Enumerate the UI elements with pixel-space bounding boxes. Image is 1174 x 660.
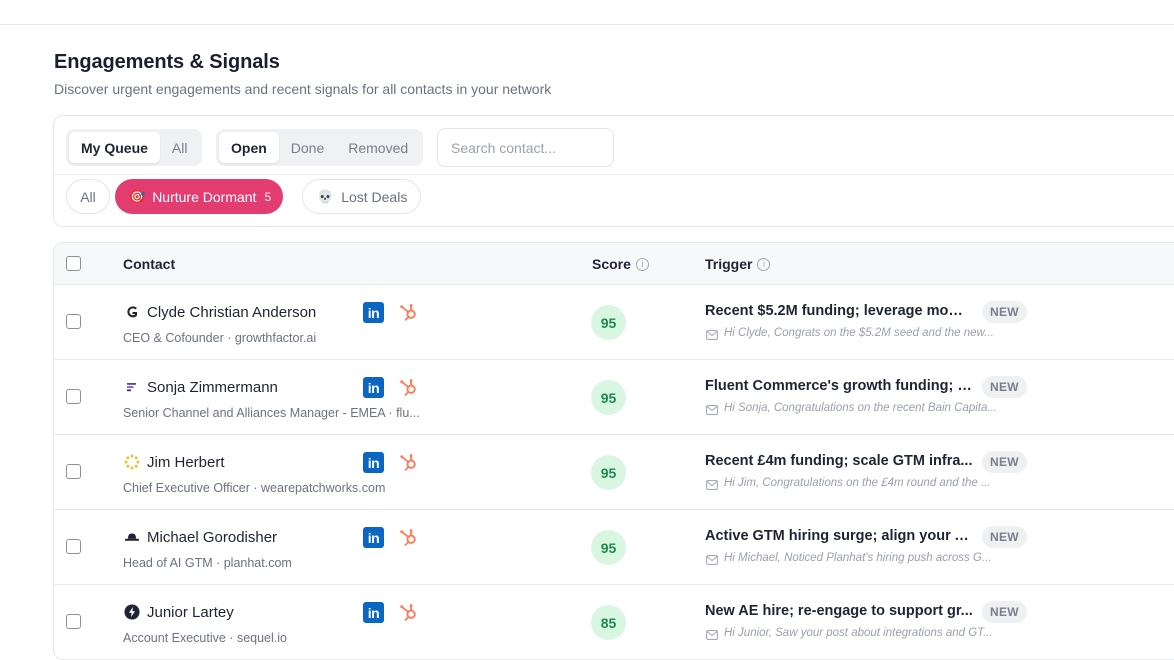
- chip-nurture-label: Nurture Dormant: [152, 188, 257, 205]
- tab-all-queue[interactable]: All: [160, 132, 200, 163]
- contact-role: CEO & Cofounder · growthfactor.ai: [123, 331, 317, 345]
- tab-done[interactable]: Done: [279, 132, 336, 163]
- column-trigger: Trigger i: [705, 256, 771, 272]
- score-badge: 95: [591, 530, 626, 565]
- message-preview: Hi Clyde, Congrats on the $5.2M seed and…: [724, 327, 994, 339]
- mail-icon: [706, 630, 718, 640]
- linkedin-icon[interactable]: in: [363, 302, 384, 323]
- new-badge: NEW: [982, 451, 1027, 473]
- skull-icon: 💀: [317, 188, 334, 204]
- trigger-title[interactable]: Fluent Commerce's growth funding; a...: [705, 378, 973, 394]
- hubspot-icon[interactable]: [398, 602, 419, 623]
- message-preview: Hi Sonja, Congratulations on the recent …: [724, 402, 997, 414]
- queue-toggle: My Queue All: [66, 129, 203, 166]
- mail-icon: [706, 405, 718, 415]
- message-preview: Hi Michael, Noticed Planhat's hiring pus…: [724, 552, 992, 564]
- linkedin-glyph: in: [367, 605, 380, 621]
- tab-my-queue[interactable]: My Queue: [69, 132, 160, 163]
- page-subtitle: Discover urgent engagements and recent s…: [54, 81, 552, 97]
- search-contact-input[interactable]: [437, 128, 614, 167]
- mail-icon: [706, 330, 718, 340]
- hubspot-icon[interactable]: [398, 302, 419, 323]
- filter-divider: [54, 174, 1174, 175]
- linkedin-icon[interactable]: in: [363, 602, 384, 623]
- contact-role: Head of AI GTM · planhat.com: [123, 556, 292, 570]
- table-row[interactable]: Michael Gorodisher Head of AI GTM · plan…: [54, 510, 1174, 585]
- contact-name[interactable]: Sonja Zimmermann: [147, 379, 278, 396]
- contact-role: Account Executive · sequel.io: [123, 631, 287, 645]
- patchworks-logo-icon: [124, 454, 140, 470]
- new-badge: NEW: [982, 301, 1027, 323]
- column-score: Score i: [592, 256, 649, 272]
- linkedin-glyph: in: [367, 380, 380, 396]
- status-toggle: Open Done Removed: [216, 129, 424, 166]
- hubspot-icon[interactable]: [398, 452, 419, 473]
- sequel-logo-icon: [124, 604, 140, 620]
- table-row[interactable]: Jim Herbert Chief Executive Officer · we…: [54, 435, 1174, 510]
- chip-all-label: All: [80, 188, 96, 205]
- linkedin-glyph: in: [367, 530, 380, 546]
- mail-icon: [706, 480, 718, 490]
- linkedin-icon[interactable]: in: [363, 377, 384, 398]
- score-badge: 95: [591, 305, 626, 340]
- score-badge: 85: [591, 605, 626, 640]
- tab-open[interactable]: Open: [219, 132, 279, 163]
- linkedin-icon[interactable]: in: [363, 527, 384, 548]
- table-header: Contact Score i Trigger i: [54, 243, 1174, 285]
- contact-name[interactable]: Clyde Christian Anderson: [147, 304, 316, 321]
- select-all-checkbox[interactable]: [66, 256, 81, 271]
- hubspot-icon[interactable]: [398, 377, 419, 398]
- chip-nurture-dormant[interactable]: 🎯 Nurture Dormant 5: [115, 179, 284, 214]
- info-icon[interactable]: i: [757, 257, 771, 271]
- contact-role: Senior Channel and Alliances Manager - E…: [123, 406, 420, 420]
- chip-lost-deals[interactable]: 💀 Lost Deals: [302, 179, 422, 214]
- row-checkbox[interactable]: [66, 314, 81, 329]
- trigger-title[interactable]: Recent £4m funding; scale GTM infra...: [705, 453, 973, 469]
- contact-name[interactable]: Michael Gorodisher: [147, 529, 277, 546]
- contact-name[interactable]: Junior Lartey: [147, 604, 234, 621]
- info-icon[interactable]: i: [635, 257, 649, 271]
- mail-icon: [706, 555, 718, 565]
- chip-lost-label: Lost Deals: [341, 188, 408, 205]
- contact-name[interactable]: Jim Herbert: [147, 454, 225, 471]
- row-checkbox[interactable]: [66, 389, 81, 404]
- column-trigger-label: Trigger: [705, 256, 753, 272]
- chip-all[interactable]: All: [66, 179, 110, 214]
- score-badge: 95: [591, 380, 626, 415]
- page-title: Engagements & Signals: [54, 51, 280, 73]
- score-badge: 95: [591, 455, 626, 490]
- row-checkbox[interactable]: [66, 464, 81, 479]
- table-row[interactable]: Clyde Christian Anderson CEO & Cofounder…: [54, 285, 1174, 360]
- target-icon: 🎯: [129, 188, 146, 204]
- tab-removed[interactable]: Removed: [336, 132, 420, 163]
- planhat-logo-icon: [124, 529, 140, 545]
- row-checkbox[interactable]: [66, 539, 81, 554]
- column-score-label: Score: [592, 256, 631, 272]
- growthfactor-logo-icon: [124, 304, 140, 320]
- trigger-title[interactable]: Recent $5.2M funding; leverage mom...: [705, 303, 973, 319]
- fluent-commerce-logo-icon: [124, 379, 140, 395]
- contact-role: Chief Executive Officer · wearepatchwork…: [123, 481, 386, 495]
- engagements-table: Contact Score i Trigger i Clyde Christia…: [53, 242, 1174, 660]
- chip-nurture-count: 5: [264, 189, 272, 204]
- column-contact-label: Contact: [123, 256, 176, 272]
- table-row[interactable]: Junior Lartey Account Executive · sequel…: [54, 585, 1174, 659]
- linkedin-icon[interactable]: in: [363, 452, 384, 473]
- new-badge: NEW: [982, 376, 1027, 398]
- linkedin-glyph: in: [367, 455, 380, 471]
- message-preview: Hi Jim, Congratulations on the £4m round…: [724, 477, 991, 489]
- row-checkbox[interactable]: [66, 614, 81, 629]
- table-row[interactable]: Sonja Zimmermann Senior Channel and Alli…: [54, 360, 1174, 435]
- linkedin-glyph: in: [367, 305, 380, 321]
- new-badge: NEW: [982, 526, 1027, 548]
- column-contact: Contact: [123, 256, 175, 272]
- message-preview: Hi Junior, Saw your post about integrati…: [724, 627, 993, 639]
- new-badge: NEW: [982, 601, 1027, 623]
- hubspot-icon[interactable]: [398, 527, 419, 548]
- trigger-title[interactable]: New AE hire; re-engage to support gr...: [705, 603, 973, 619]
- top-divider: [0, 24, 1174, 25]
- trigger-title[interactable]: Active GTM hiring surge; align your A...: [705, 528, 973, 544]
